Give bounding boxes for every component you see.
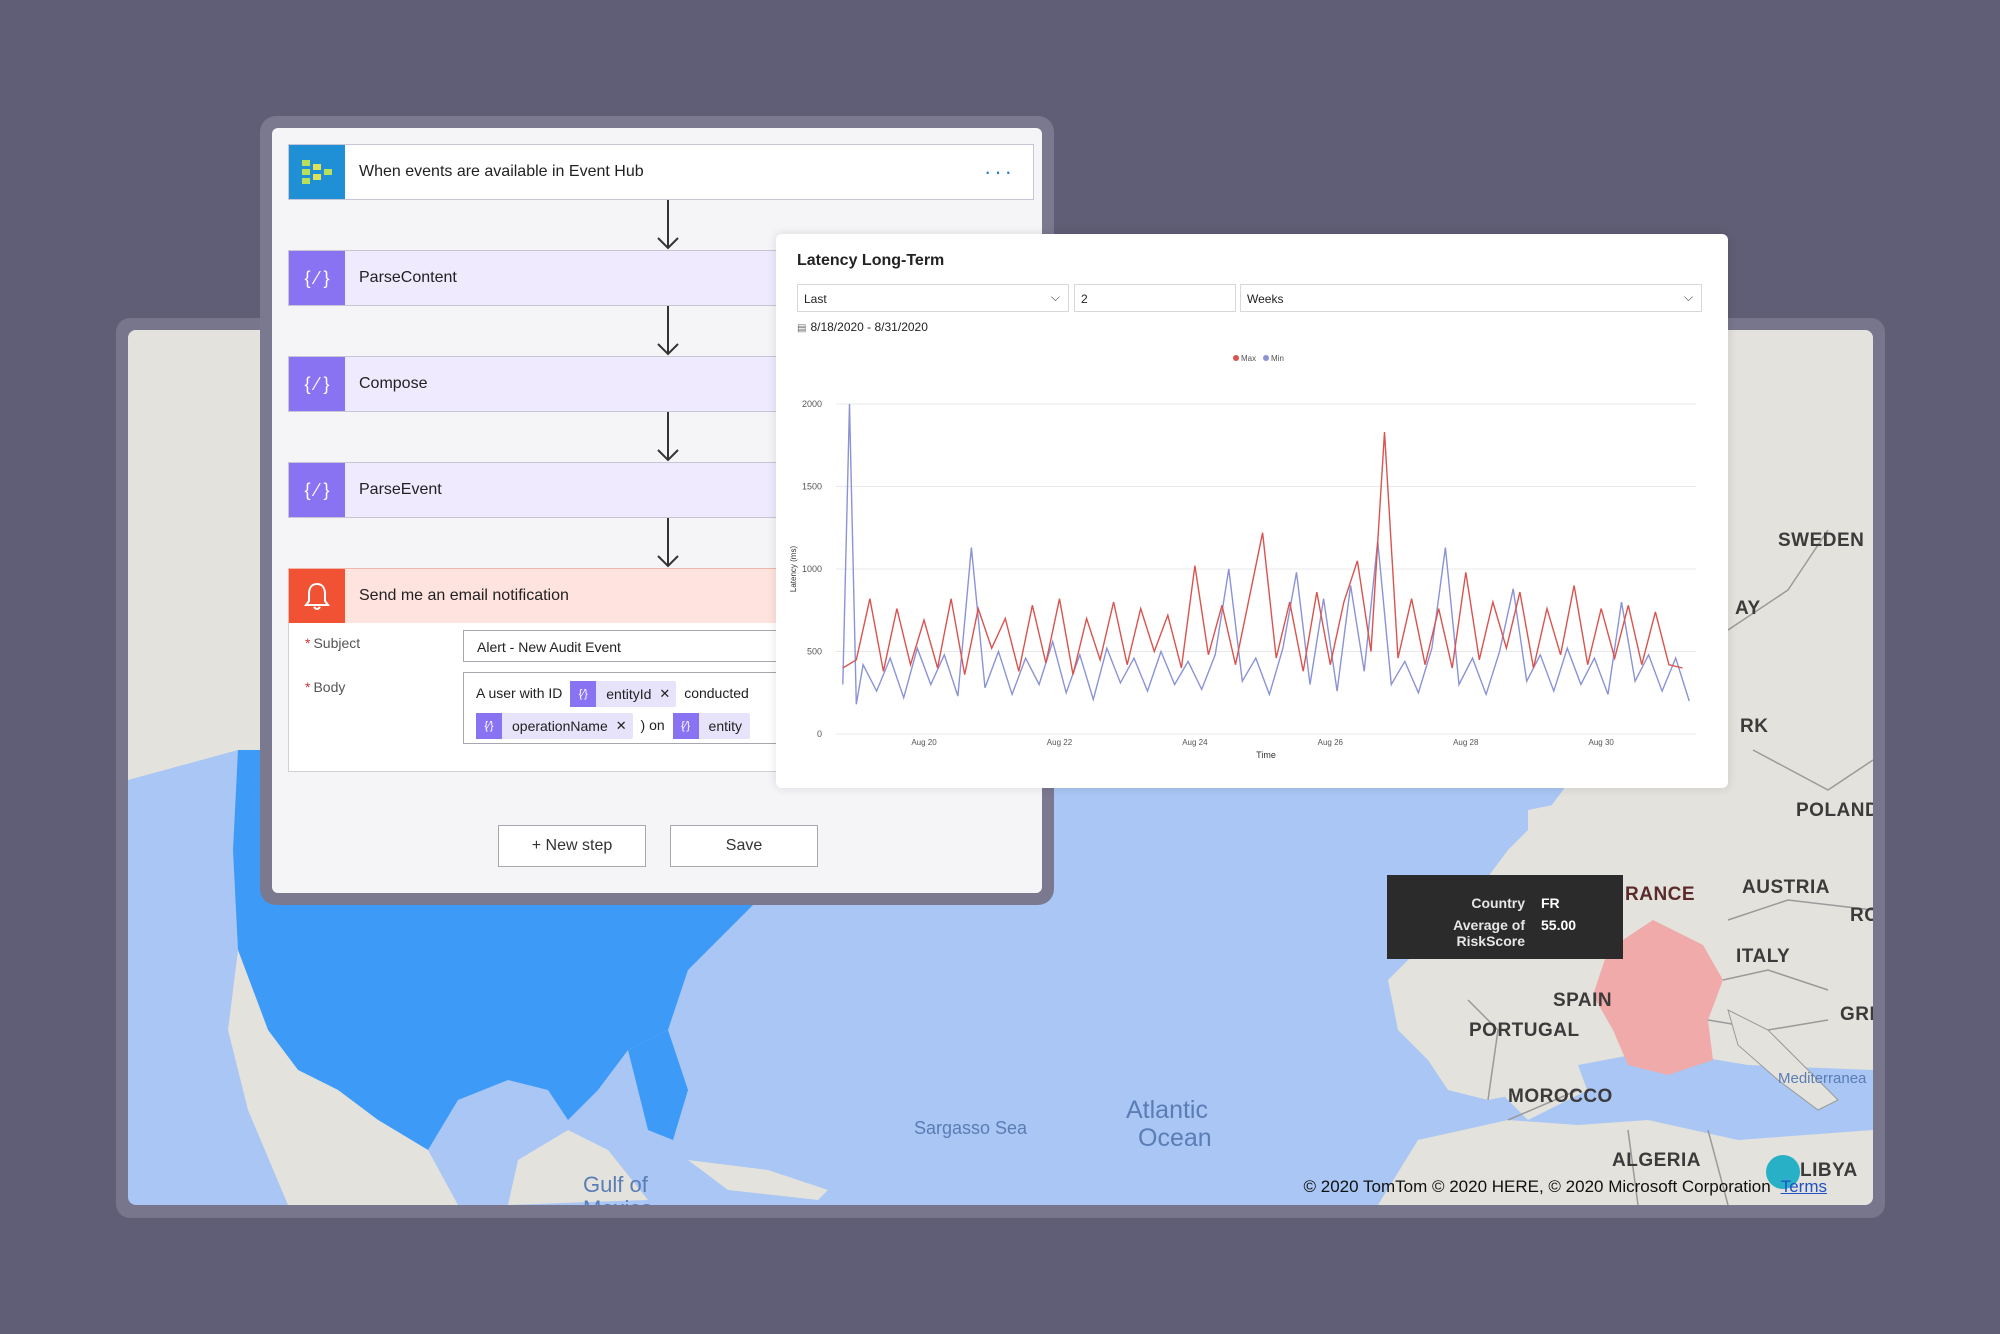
- subject-label: * Subject: [305, 635, 361, 651]
- new-step-button[interactable]: + New step: [498, 825, 646, 867]
- y-tick-label: 2000: [802, 399, 822, 409]
- tooltip-risk-value: 55.00: [1541, 917, 1577, 933]
- map-label-sweden: SWEDEN: [1778, 530, 1865, 551]
- terms-link[interactable]: Terms: [1781, 1177, 1827, 1196]
- trigger-step-event-hub[interactable]: When events are available in Event Hub ·…: [288, 144, 1034, 200]
- step-label: Compose: [359, 375, 428, 392]
- trigger-step-label: When events are available in Event Hub: [359, 163, 644, 180]
- map-copyright: © 2020 TomTom © 2020 HERE, © 2020 Micros…: [1304, 1177, 1827, 1197]
- x-tick-label: Aug 30: [1589, 738, 1615, 747]
- data-operation-icon: { ⁄ }: [289, 357, 345, 411]
- event-hub-icon: [289, 145, 345, 199]
- latency-line-chart[interactable]: 0 500 1000 1500 2000 Aug 20 Aug 22 Aug 24 Aug 26…: [776, 234, 1728, 788]
- sea-label-atlantic-1: Atlantic: [1126, 1096, 1208, 1124]
- body-text: A user with ID: [476, 685, 563, 701]
- tooltip-country-label: Country: [1471, 895, 1525, 911]
- legend-marker: [1233, 355, 1239, 361]
- token-operation-name[interactable]: {⁄} operationName ✕: [476, 710, 633, 742]
- arrow-down-icon: [657, 412, 679, 462]
- sea-label-sargasso: Sargasso Sea: [914, 1118, 1028, 1138]
- latency-chart-panel: Latency Long-Term Last ⌵ 2 Weeks ⌵ ▤ 8/18/2…: [776, 234, 1728, 788]
- series-line-max: [842, 432, 1683, 675]
- y-tick-label: 500: [807, 647, 822, 657]
- ellipsis-icon[interactable]: ···: [984, 159, 1015, 185]
- map-label-spain: SPAIN: [1553, 990, 1613, 1011]
- y-tick-label: 1500: [802, 482, 822, 492]
- x-tick-label: Aug 22: [1047, 738, 1073, 747]
- legend-marker: [1263, 355, 1269, 361]
- remove-token-icon[interactable]: ✕: [616, 710, 633, 742]
- legend-label: Max: [1241, 354, 1256, 363]
- y-tick-label: 1000: [802, 564, 822, 574]
- token-entity[interactable]: {⁄} entity: [672, 713, 751, 740]
- map-label-italy: ITALY: [1736, 946, 1791, 967]
- expression-icon: {⁄}: [672, 713, 699, 740]
- x-tick-label: Aug 26: [1318, 738, 1344, 747]
- arrow-down-icon: [657, 200, 679, 250]
- map-label-france: RANCE: [1625, 884, 1696, 905]
- body-label: * Body: [305, 679, 346, 695]
- map-label-austria: AUSTRIA: [1742, 877, 1830, 898]
- body-text: ) on: [640, 717, 665, 733]
- tooltip-risk-label: Average of RiskScore: [1453, 917, 1525, 949]
- map-label-greece: GRE: [1840, 1004, 1873, 1025]
- arrow-down-icon: [657, 518, 679, 568]
- step-label: Send me an email notification: [359, 587, 569, 604]
- x-tick-label: Aug 20: [911, 738, 937, 747]
- expression-icon: {⁄}: [476, 713, 502, 740]
- x-axis-label: Time: [1256, 750, 1276, 760]
- remove-token-icon[interactable]: ✕: [659, 678, 676, 710]
- expression-icon: {⁄}: [570, 681, 597, 708]
- map-label-denmark: RK: [1740, 716, 1769, 737]
- data-operation-icon: { ⁄ }: [289, 251, 345, 305]
- y-tick-label: 0: [817, 729, 822, 739]
- step-label: ParseContent: [359, 269, 457, 286]
- map-label-algeria: ALGERIA: [1612, 1150, 1701, 1171]
- body-text: conducted: [684, 685, 749, 701]
- tooltip-country-value: FR: [1541, 895, 1560, 911]
- map-label-norway: AY: [1735, 598, 1761, 619]
- sea-label-gulf-2: Mexico: [583, 1196, 653, 1205]
- y-axis-label: Latency (ms): [789, 546, 798, 593]
- arrow-down-icon: [657, 306, 679, 356]
- sea-label-atlantic-2: Ocean: [1138, 1124, 1212, 1152]
- bell-icon: [289, 569, 345, 623]
- x-tick-label: Aug 28: [1453, 738, 1479, 747]
- map-label-poland: POLAND: [1796, 800, 1873, 821]
- legend-label: Min: [1271, 354, 1284, 363]
- step-label: ParseEvent: [359, 481, 442, 498]
- map-tooltip: Country FR Average of RiskScore 55.00: [1387, 875, 1623, 959]
- map-label-portugal: PORTUGAL: [1469, 1020, 1580, 1041]
- sea-label-gulf-1: Gulf of: [583, 1172, 648, 1197]
- map-label-morocco: MOROCCO: [1508, 1086, 1613, 1107]
- x-tick-label: Aug 24: [1182, 738, 1208, 747]
- map-label-romania: RO: [1850, 905, 1873, 926]
- data-operation-icon: { ⁄ }: [289, 463, 345, 517]
- series-line-min: [842, 403, 1690, 705]
- save-button[interactable]: Save: [670, 825, 818, 867]
- copyright-text: © 2020 TomTom © 2020 HERE, © 2020 Micros…: [1303, 1177, 1771, 1196]
- token-entity-id[interactable]: {⁄} entityId ✕: [570, 678, 677, 710]
- sea-label-mediterranean: Mediterranea: [1778, 1070, 1867, 1087]
